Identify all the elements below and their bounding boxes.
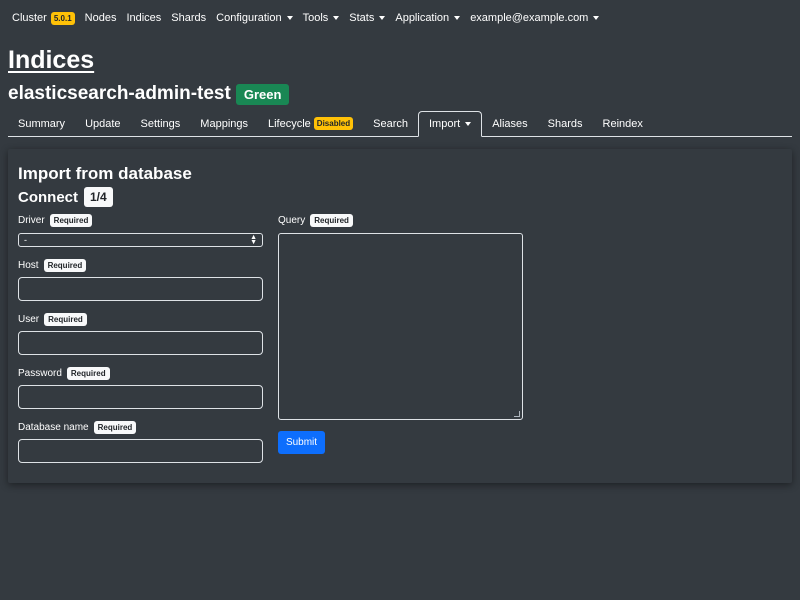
top-navbar: Cluster 5.0.1 Nodes Indices Shards Confi… <box>0 0 800 36</box>
required-badge: Required <box>43 259 87 272</box>
nav-stats-dropdown[interactable]: Stats <box>349 12 386 24</box>
index-header: elasticsearch-admin-test Green <box>8 83 290 105</box>
select-arrows-icon: ▲ ▼ <box>250 234 257 246</box>
nav-application-label: Application <box>395 12 450 24</box>
nav-tools-dropdown[interactable]: Tools <box>303 12 340 24</box>
tab-search[interactable]: Search <box>363 111 418 136</box>
tab-aliases[interactable]: Aliases <box>482 111 537 136</box>
tab-reindex[interactable]: Reindex <box>593 111 653 136</box>
page-title[interactable]: Indices <box>8 46 94 75</box>
database-label-text: Database name <box>18 422 89 433</box>
nav-cluster[interactable]: Cluster 5.0.1 <box>12 11 75 25</box>
required-badge: Required <box>310 214 353 227</box>
host-label-text: Host <box>18 260 39 271</box>
query-label: Query Required <box>278 214 353 227</box>
required-badge: Required <box>44 313 87 326</box>
caret-down-icon <box>286 16 293 20</box>
user-label-text: User <box>18 314 40 325</box>
password-input[interactable] <box>18 385 263 409</box>
database-label: Database name Required <box>18 421 137 434</box>
password-label: Password Required <box>18 367 110 380</box>
user-input[interactable] <box>18 331 263 355</box>
index-tabs: Summary Update Settings Mappings Lifecyc… <box>8 111 792 137</box>
nav-cluster-label: Cluster <box>12 12 47 24</box>
caret-down-icon <box>593 16 600 20</box>
step-header: Connect 1/4 <box>18 187 113 207</box>
driver-select-value: - <box>24 235 27 245</box>
caret-down-icon <box>465 122 472 126</box>
tab-import[interactable]: Import <box>418 111 483 137</box>
nav-stats-label: Stats <box>349 12 375 24</box>
driver-label-text: Driver <box>18 215 45 226</box>
step-title: Connect <box>18 188 78 206</box>
driver-label: Driver Required <box>18 214 93 227</box>
step-badge: 1/4 <box>84 187 113 207</box>
nav-configuration-dropdown[interactable]: Configuration <box>216 12 293 24</box>
nav-nodes[interactable]: Nodes <box>85 12 117 24</box>
tab-shards[interactable]: Shards <box>538 111 593 136</box>
tab-settings[interactable]: Settings <box>131 111 191 136</box>
password-label-text: Password <box>18 368 62 379</box>
resize-handle-icon[interactable] <box>514 411 520 417</box>
tab-mappings[interactable]: Mappings <box>190 111 258 136</box>
tab-import-label: Import <box>429 118 461 130</box>
disabled-badge: Disabled <box>313 117 354 130</box>
tab-lifecycle-label: Lifecycle <box>268 117 311 130</box>
tab-summary[interactable]: Summary <box>8 111 75 136</box>
nav-configuration-label: Configuration <box>216 12 282 24</box>
caret-down-icon <box>333 16 340 20</box>
index-name: elasticsearch-admin-test <box>8 83 231 104</box>
query-textarea[interactable] <box>278 233 523 420</box>
import-card: Import from database Connect 1/4 Driver … <box>8 149 792 483</box>
nav-application-dropdown[interactable]: Application <box>395 12 461 24</box>
tab-lifecycle[interactable]: Lifecycle Disabled <box>258 111 363 136</box>
required-badge: Required <box>49 214 93 227</box>
driver-select[interactable]: - ▲ ▼ <box>18 233 263 247</box>
host-input[interactable] <box>18 277 263 301</box>
card-title: Import from database <box>18 164 192 183</box>
nav-tools-label: Tools <box>302 12 329 24</box>
caret-down-icon <box>454 16 461 20</box>
required-badge: Required <box>93 421 137 434</box>
nav-user-label: example@example.com <box>470 12 589 24</box>
user-label: User Required <box>18 313 87 326</box>
nav-user-dropdown[interactable]: example@example.com <box>470 12 600 24</box>
health-badge: Green <box>235 83 290 105</box>
nav-shards[interactable]: Shards <box>171 12 206 24</box>
query-label-text: Query <box>278 215 306 226</box>
nav-indices[interactable]: Indices <box>126 12 161 24</box>
tab-update[interactable]: Update <box>75 111 130 136</box>
database-name-input[interactable] <box>18 439 263 463</box>
required-badge: Required <box>66 367 110 380</box>
version-badge: 5.0.1 <box>50 11 75 25</box>
submit-button[interactable]: Submit <box>278 431 325 454</box>
caret-down-icon <box>379 16 386 20</box>
host-label: Host Required <box>18 259 87 272</box>
